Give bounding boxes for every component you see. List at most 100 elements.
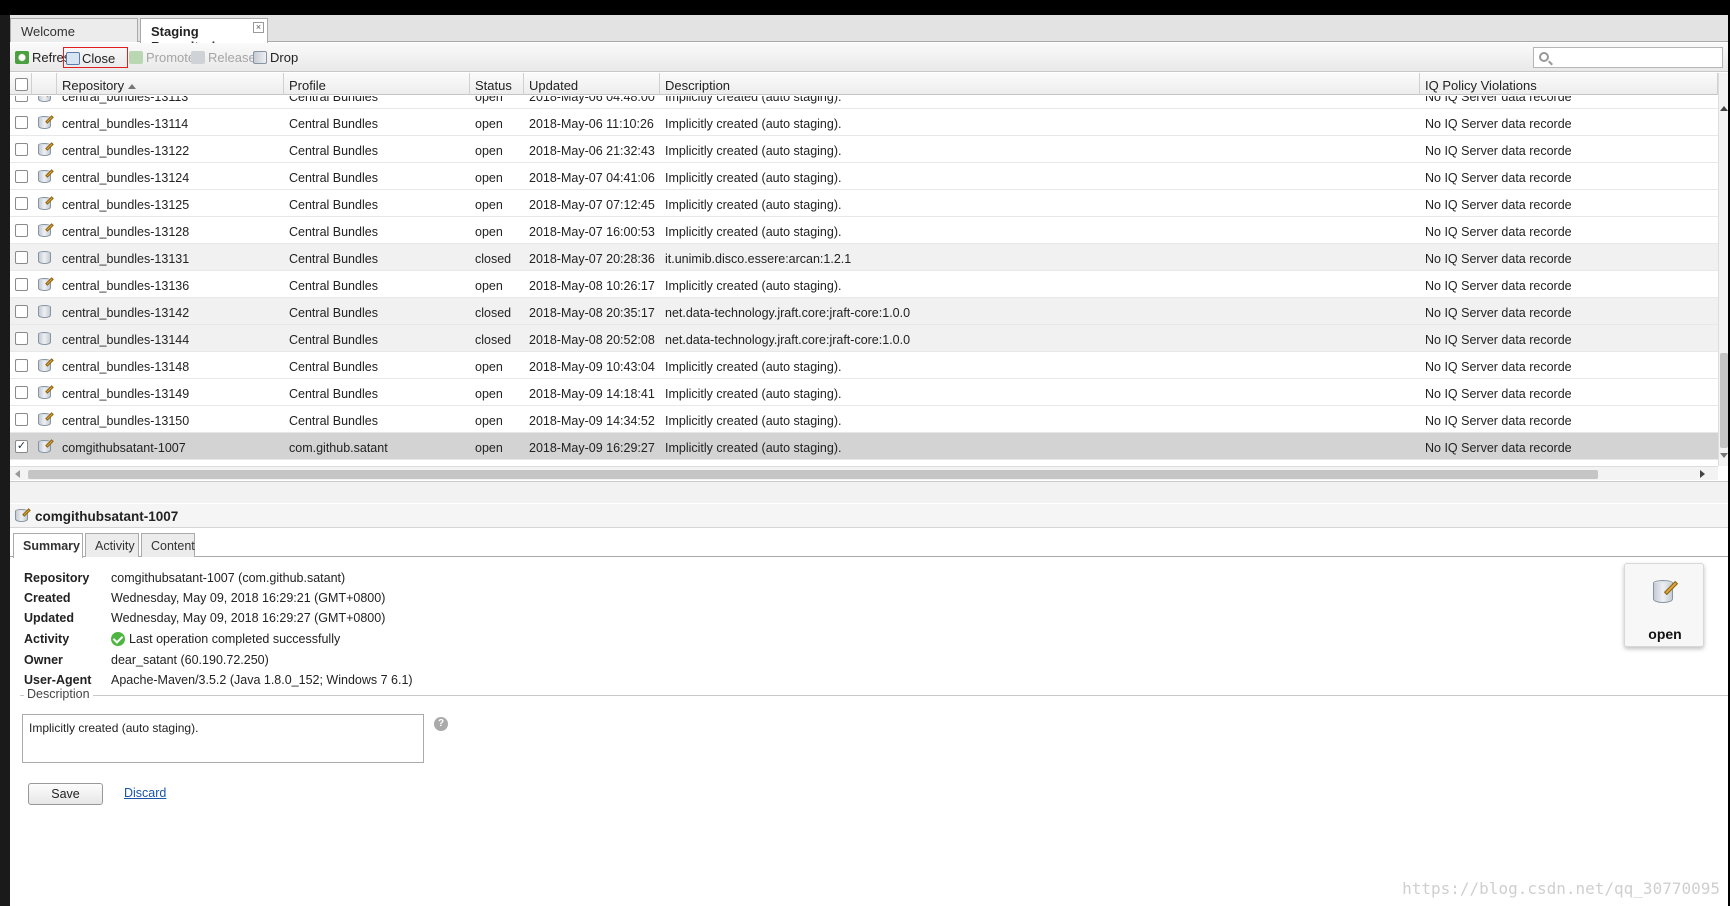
left-edge (0, 15, 10, 906)
table-row[interactable]: central_bundles-13125 Central Bundles open… (10, 190, 1718, 217)
tab-bar: Welcome Staging Repositori × (10, 15, 1728, 54)
drop-icon (253, 51, 267, 64)
row-checkbox[interactable] (15, 386, 28, 399)
table-row[interactable]: central_bundles-13122 Central Bundles open… (10, 136, 1718, 163)
table-row[interactable]: central_bundles-13148 Central Bundles open… (10, 352, 1718, 379)
row-checkbox[interactable]: ✓ (15, 440, 28, 453)
table-row[interactable]: ✓ comgithubsatant-1007 com.github.satant op… (10, 433, 1718, 460)
tab-summary[interactable]: Summary (13, 533, 83, 558)
scroll-thumb[interactable] (28, 470, 1598, 479)
table-row[interactable]: central_bundles-13150 Central Bundles open… (10, 406, 1718, 433)
table-row[interactable]: central_bundles-13136 Central Bundles open… (10, 271, 1718, 298)
table-row[interactable]: central_bundles-13128 Central Bundles open… (10, 217, 1718, 244)
scroll-down-icon[interactable] (1720, 453, 1728, 458)
release-button[interactable]: Release (189, 47, 256, 68)
cell-updated: 2018-May-07 16:00:53 (529, 225, 655, 239)
repository-closed-icon (38, 250, 54, 266)
detail-tabs: Summary Activity Content (10, 529, 1728, 558)
horizontal-scrollbar[interactable] (10, 466, 1718, 480)
row-checkbox[interactable] (15, 413, 28, 426)
help-icon[interactable]: ? (434, 717, 448, 731)
table-row[interactable]: central_bundles-13149 Central Bundles open… (10, 379, 1718, 406)
row-checkbox[interactable] (15, 96, 28, 102)
column-header-profile[interactable]: Profile (284, 73, 470, 95)
scroll-thumb[interactable] (1720, 353, 1728, 448)
panel-splitter[interactable] (10, 481, 1728, 503)
column-header-repository[interactable]: Repository (57, 73, 284, 95)
cell-status: open (475, 144, 503, 158)
repository-open-icon (38, 169, 54, 185)
promote-label: Promote (146, 50, 196, 65)
discard-link[interactable]: Discard (124, 786, 166, 800)
row-checkbox[interactable] (15, 332, 28, 345)
promote-button[interactable]: Promote (127, 47, 195, 68)
cell-iq-policy-violations: No IQ Server data recorde (1425, 441, 1572, 455)
row-checkbox[interactable] (15, 224, 28, 237)
repository-open-icon (1649, 576, 1681, 608)
search-icon (1539, 52, 1549, 62)
cell-description: Implicitly created (auto staging). (665, 441, 842, 455)
row-checkbox[interactable] (15, 251, 28, 264)
scroll-left-icon[interactable] (15, 470, 20, 478)
tab-content[interactable]: Content (141, 533, 195, 557)
row-checkbox[interactable] (15, 143, 28, 156)
table-row[interactable]: central_bundles-13114 Central Bundles open… (10, 109, 1718, 136)
column-header-status[interactable]: Status (470, 73, 524, 95)
column-label: Repository (62, 78, 125, 93)
select-all-cell (10, 73, 32, 95)
column-header-updated[interactable]: Updated (524, 73, 660, 95)
column-header-iq-policy-violations[interactable]: IQ Policy Violations (1420, 73, 1718, 95)
row-checkbox[interactable] (15, 359, 28, 372)
tab-label: Welcome (21, 24, 75, 39)
row-checkbox[interactable] (15, 278, 28, 291)
vertical-scrollbar[interactable] (1718, 73, 1728, 466)
search-input[interactable] (1533, 47, 1723, 68)
table-row[interactable]: central_bundles-13144 Central Bundles clos… (10, 325, 1718, 352)
row-checkbox[interactable] (15, 170, 28, 183)
cell-iq-policy-violations: No IQ Server data recorde (1425, 279, 1572, 293)
column-label: Profile (289, 78, 326, 93)
repository-open-icon (38, 358, 54, 374)
select-all-checkbox[interactable] (15, 78, 28, 91)
cell-profile: Central Bundles (289, 252, 378, 266)
table-row[interactable]: central_bundles-13142 Central Bundles clos… (10, 298, 1718, 325)
cell-description: net.data-technology.jraft.core:jraft-cor… (665, 306, 911, 320)
staging-panel: Welcome Staging Repositori × Refresh Clo… (10, 15, 1728, 906)
field-value-created: Wednesday, May 09, 2018 16:29:21 (GMT+08… (111, 591, 386, 605)
table-row[interactable]: central_bundles-13131 Central Bundles clos… (10, 244, 1718, 271)
field-value-owner: dear_satant (60.190.72.250) (111, 653, 269, 667)
field-label-repository: Repository (24, 571, 90, 585)
cell-description: Implicitly created (auto staging). (665, 198, 842, 212)
field-label-activity: Activity (24, 632, 70, 646)
scroll-right-icon[interactable] (1700, 470, 1705, 478)
close-tab-icon[interactable]: × (253, 22, 264, 33)
tab-staging-repositories[interactable]: Staging Repositori × (140, 18, 268, 54)
cell-repository: central_bundles-13136 (62, 279, 190, 293)
column-label: Status (475, 78, 512, 93)
scroll-up-icon[interactable] (1720, 106, 1728, 111)
row-checkbox[interactable] (15, 116, 28, 129)
close-button[interactable]: Close (63, 47, 128, 68)
cell-updated: 2018-May-07 04:41:06 (529, 171, 655, 185)
cell-iq-policy-violations: No IQ Server data recorde (1425, 414, 1572, 428)
cell-iq-policy-violations: No IQ Server data recorde (1425, 96, 1572, 104)
row-checkbox[interactable] (15, 197, 28, 210)
success-check-icon (111, 632, 125, 646)
repository-open-icon (38, 223, 54, 239)
tab-welcome[interactable]: Welcome (10, 18, 138, 42)
cell-description: Implicitly created (auto staging). (665, 414, 842, 428)
cell-iq-policy-violations: No IQ Server data recorde (1425, 387, 1572, 401)
column-header-description[interactable]: Description (660, 73, 1420, 95)
table-row[interactable]: central_bundles-13113 Central Bundles open… (10, 96, 1718, 109)
row-checkbox[interactable] (15, 305, 28, 318)
cell-iq-policy-violations: No IQ Server data recorde (1425, 306, 1572, 320)
cell-profile: Central Bundles (289, 198, 378, 212)
drop-button[interactable]: Drop (251, 47, 298, 68)
save-button[interactable]: Save (28, 783, 103, 805)
cell-status: open (475, 225, 503, 239)
table-row[interactable]: central_bundles-13124 Central Bundles open… (10, 163, 1718, 190)
description-textarea[interactable]: Implicitly created (auto staging). (22, 714, 424, 763)
drop-label: Drop (270, 50, 299, 65)
tab-activity[interactable]: Activity (85, 533, 139, 557)
watermark: https://blog.csdn.net/qq_30770095 (1402, 879, 1720, 898)
